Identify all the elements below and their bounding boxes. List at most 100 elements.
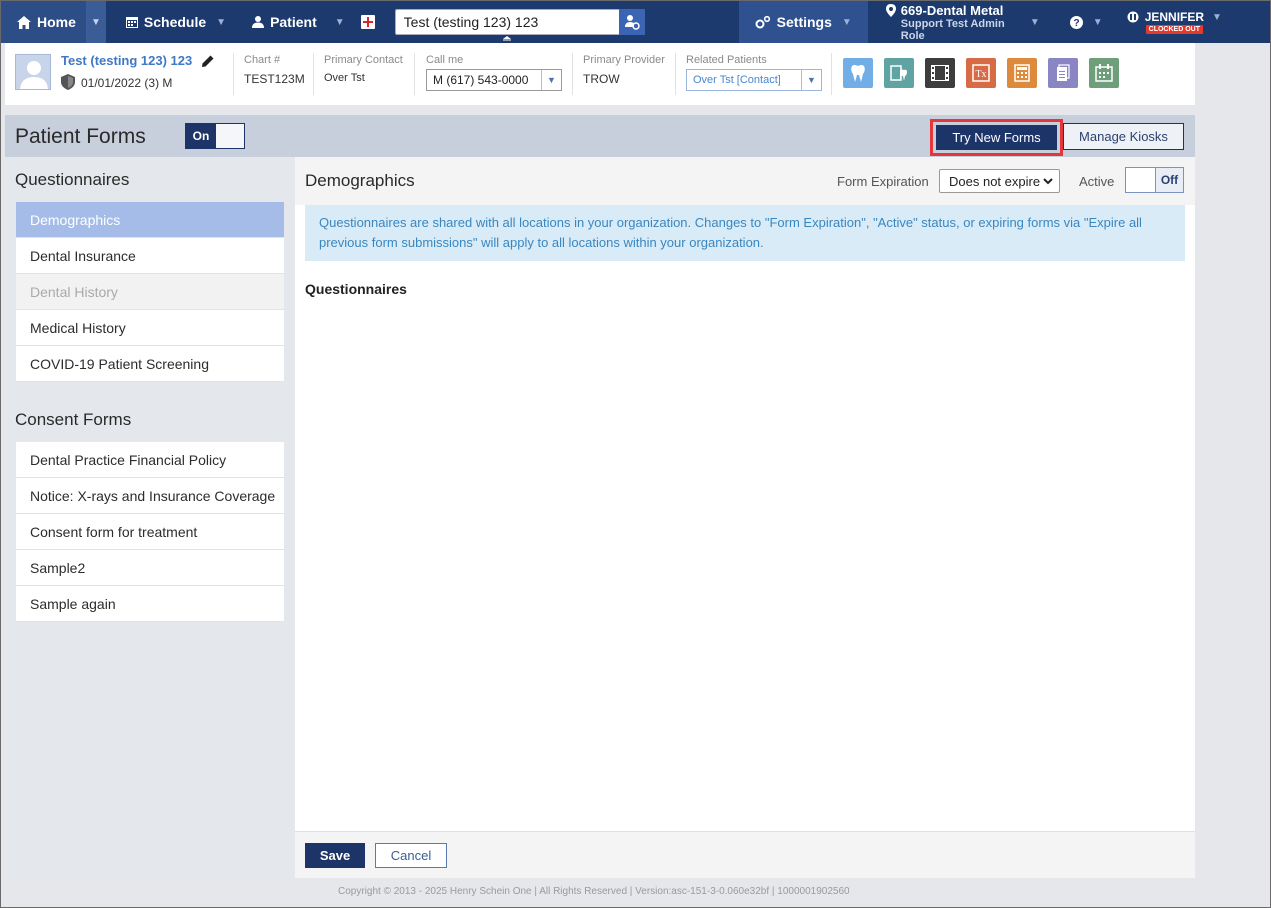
patient-lookup-icon: [624, 15, 640, 30]
chevron-down-icon: ▼: [801, 70, 821, 90]
related-patients-select[interactable]: Over Tst [Contact] ▼: [686, 69, 822, 91]
sidebar-item-dental-insurance[interactable]: Dental Insurance: [16, 238, 284, 274]
patient-forms-header: Patient Forms On Try New Forms Manage Ki…: [5, 115, 1195, 157]
sidebar-item-consent-treatment[interactable]: Consent form for treatment: [16, 514, 284, 550]
tooth-chart-button[interactable]: [843, 58, 873, 88]
location-selector[interactable]: 669-Dental Metal Support Test Admin Role…: [868, 1, 1048, 43]
sidebar-item-medical-history[interactable]: Medical History: [16, 310, 284, 346]
forms-sidebar: Questionnaires Demographics Dental Insur…: [5, 157, 295, 878]
imaging-button[interactable]: [925, 58, 955, 88]
consent-forms-list: Dental Practice Financial Policy Notice:…: [16, 442, 284, 622]
patient-search: [394, 9, 645, 41]
calculator-icon: [1014, 64, 1030, 82]
chevron-down-icon: ▼: [1212, 11, 1222, 23]
svg-text:?: ?: [1073, 18, 1079, 29]
questionnaires-heading: Questionnaires: [15, 170, 130, 189]
schedule-button[interactable]: Schedule ▼: [106, 1, 236, 43]
sidebar-item-xray-notice[interactable]: Notice: X-rays and Insurance Coverage: [16, 478, 284, 514]
patient-forms-toggle[interactable]: On: [185, 123, 245, 149]
calendar-check-icon: [1095, 64, 1113, 82]
treatment-icon: Tx: [972, 64, 990, 82]
map-pin-icon: [885, 3, 896, 17]
consent-forms-heading: Consent Forms: [15, 410, 132, 429]
tooth-icon: [851, 65, 865, 82]
chevron-down-icon: ▼: [216, 16, 227, 28]
documents-button[interactable]: [1048, 58, 1078, 88]
chevron-down-icon: ▼: [1092, 16, 1103, 28]
settings-label: Settings: [776, 14, 832, 30]
patient-search-button[interactable]: [618, 9, 645, 35]
location-name: 669-Dental Metal: [900, 2, 1004, 18]
quick-actions: Tx: [843, 58, 1119, 88]
settings-button[interactable]: Settings ▼: [738, 1, 868, 43]
form-expiration-select[interactable]: Does not expire: [939, 169, 1060, 193]
help-button[interactable]: ? ▼: [1048, 1, 1117, 43]
home-label: Home: [37, 14, 76, 30]
patient-name-link[interactable]: Test (testing 123) 123: [61, 53, 192, 68]
film-icon: [931, 65, 949, 81]
sidebar-item-demographics[interactable]: Demographics: [16, 202, 284, 238]
home-dropdown-button[interactable]: ▼: [85, 1, 106, 43]
collapse-handle-icon[interactable]: [501, 35, 513, 41]
person-icon: [252, 16, 265, 28]
primary-contact: Primary Contact Over Tst: [324, 54, 403, 84]
perio-chart-icon: [890, 65, 907, 81]
form-detail: Demographics Form Expiration Does not ex…: [295, 157, 1195, 831]
patient-header: Test (testing 123) 123 01/01/2022 (3) M …: [5, 43, 1195, 105]
person-icon: [20, 61, 48, 89]
role-name: Support Test Admin Role: [900, 17, 1005, 42]
questionnaires-list: Demographics Dental Insurance Dental His…: [16, 202, 284, 382]
active-label: Active: [1079, 174, 1115, 189]
call-me-select[interactable]: M (617) 543-0000 ▼: [426, 69, 562, 91]
primary-provider: Primary Provider TROW: [583, 54, 665, 86]
sidebar-item-covid-screening[interactable]: COVID-19 Patient Screening: [16, 346, 284, 382]
sidebar-item-sample2[interactable]: Sample2: [16, 550, 284, 586]
patient-dob: 01/01/2022 (3) M: [81, 76, 173, 90]
chevron-down-icon: [1043, 177, 1053, 184]
cancel-button[interactable]: Cancel: [375, 843, 447, 868]
user-name: JENNIFER: [1144, 10, 1205, 24]
appointments-button[interactable]: [1089, 58, 1119, 88]
patient-button[interactable]: Patient ▼: [236, 1, 355, 43]
home-icon: [17, 15, 31, 29]
schedule-label: Schedule: [143, 14, 207, 30]
chevron-down-icon: ▼: [334, 16, 345, 28]
form-actions: Save Cancel: [295, 831, 1195, 878]
chevron-down-icon: ▼: [90, 16, 101, 28]
document-icon: [1057, 64, 1070, 81]
home-button[interactable]: Home: [1, 1, 86, 43]
sidebar-item-financial-policy[interactable]: Dental Practice Financial Policy: [16, 442, 284, 478]
try-new-forms-highlight: Try New Forms: [930, 119, 1063, 156]
sidebar-item-sample-again[interactable]: Sample again: [16, 586, 284, 622]
help-icon: ?: [1069, 15, 1083, 29]
shared-info-alert: Questionnaires are shared with all locat…: [305, 205, 1185, 261]
chevron-down-icon: ▼: [841, 16, 852, 28]
manage-kiosks-button[interactable]: Manage Kiosks: [1063, 123, 1184, 150]
calendar-icon: [125, 17, 138, 28]
chevron-down-icon: ▼: [1029, 17, 1040, 28]
perio-chart-button[interactable]: [884, 58, 914, 88]
user-menu[interactable]: JENNIFER ▼ CLOCKED OUT: [1117, 1, 1232, 43]
active-toggle[interactable]: Off: [1125, 167, 1184, 193]
pencil-icon[interactable]: [201, 54, 215, 68]
patient-search-input[interactable]: [394, 9, 645, 35]
copyright-footer: Copyright © 2013 - 2025 Henry Schein One…: [338, 886, 850, 897]
chart-number: Chart # TEST123M: [244, 54, 305, 86]
try-new-forms-button[interactable]: Try New Forms: [936, 125, 1057, 150]
sidebar-item-dental-history[interactable]: Dental History: [16, 274, 284, 310]
save-button[interactable]: Save: [305, 843, 365, 868]
gear-icon: [755, 15, 770, 29]
medical-alert-icon[interactable]: [360, 15, 375, 29]
top-nav: Home ▼ Schedule ▼ Patient ▼ Settings ▼ 6…: [1, 1, 1270, 43]
clock-status-badge: CLOCKED OUT: [1145, 25, 1203, 34]
chevron-down-icon: ▼: [541, 70, 561, 90]
patient-label: Patient: [270, 14, 317, 30]
form-title: Demographics: [305, 171, 415, 190]
form-detail-header: Demographics Form Expiration Does not ex…: [295, 157, 1195, 205]
shield-icon: [61, 74, 75, 90]
related-patients: Related Patients Over Tst [Contact] ▼: [686, 54, 822, 91]
user-status-icon: [1127, 11, 1139, 23]
treatment-plan-button[interactable]: Tx: [966, 58, 996, 88]
form-expiration-label: Form Expiration: [837, 174, 929, 189]
ledger-button[interactable]: [1007, 58, 1037, 88]
